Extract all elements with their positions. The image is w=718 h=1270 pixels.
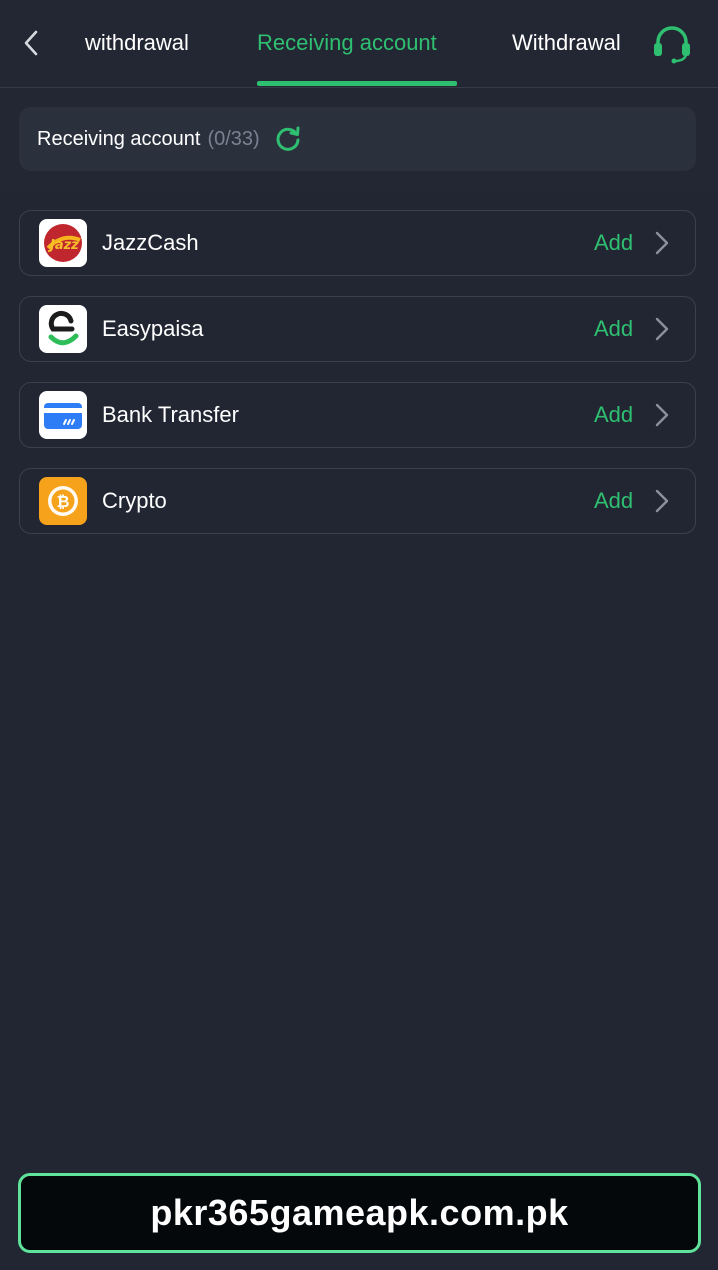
method-name: JazzCash	[102, 230, 199, 255]
chevron-right-icon	[652, 229, 672, 257]
banner-text: pkr365gameapk.com.pk	[150, 1192, 569, 1233]
tab-withdrawal-record[interactable]: Withdrawal	[512, 28, 630, 58]
account-count: (0/33)	[207, 127, 260, 150]
chevron-left-icon	[24, 30, 38, 56]
method-name: Crypto	[102, 488, 167, 513]
site-banner: pkr365gameapk.com.pk	[18, 1173, 701, 1253]
refresh-icon	[276, 126, 300, 151]
payment-method-list: Jazz JazzCash Add Easypaisa Add Bank Tra…	[0, 191, 718, 1270]
headset-icon	[654, 26, 690, 64]
method-row-jazzcash[interactable]: Jazz JazzCash Add	[19, 210, 696, 276]
receiving-account-header: Receiving account (0/33)	[19, 107, 696, 171]
jazzcash-logo: Jazz	[39, 219, 87, 267]
chevron-right-icon	[652, 315, 672, 343]
chevron-right-icon	[652, 401, 672, 429]
active-tab-indicator	[257, 81, 457, 86]
page: withdrawal Receiving account Withdrawal …	[0, 0, 718, 1270]
tab-receiving-account[interactable]: Receiving account	[257, 28, 437, 58]
method-name: Bank Transfer	[102, 402, 239, 427]
method-row-crypto[interactable]: ₿ Crypto Add	[19, 468, 696, 534]
easypaisa-logo	[39, 305, 87, 353]
chevron-right-icon	[652, 487, 672, 515]
add-easypaisa-button[interactable]: Add	[594, 316, 633, 342]
bank-card-icon	[39, 391, 87, 439]
header-title: Receiving account	[37, 127, 201, 150]
tab-withdrawal[interactable]: withdrawal	[85, 28, 189, 58]
back-button[interactable]	[14, 26, 48, 60]
add-jazzcash-button[interactable]: Add	[594, 230, 633, 256]
svg-text:₿: ₿	[56, 492, 69, 511]
add-crypto-button[interactable]: Add	[594, 488, 633, 514]
customer-support-button[interactable]	[650, 22, 694, 66]
method-row-easypaisa[interactable]: Easypaisa Add	[19, 296, 696, 362]
bitcoin-icon: ₿	[39, 477, 87, 525]
method-name: Easypaisa	[102, 316, 204, 341]
add-bank-transfer-button[interactable]: Add	[594, 402, 633, 428]
svg-text:Jazz: Jazz	[47, 238, 79, 253]
method-row-bank-transfer[interactable]: Bank Transfer Add	[19, 382, 696, 448]
top-nav-bar: withdrawal Receiving account Withdrawal	[0, 0, 718, 88]
refresh-button[interactable]	[273, 124, 303, 154]
